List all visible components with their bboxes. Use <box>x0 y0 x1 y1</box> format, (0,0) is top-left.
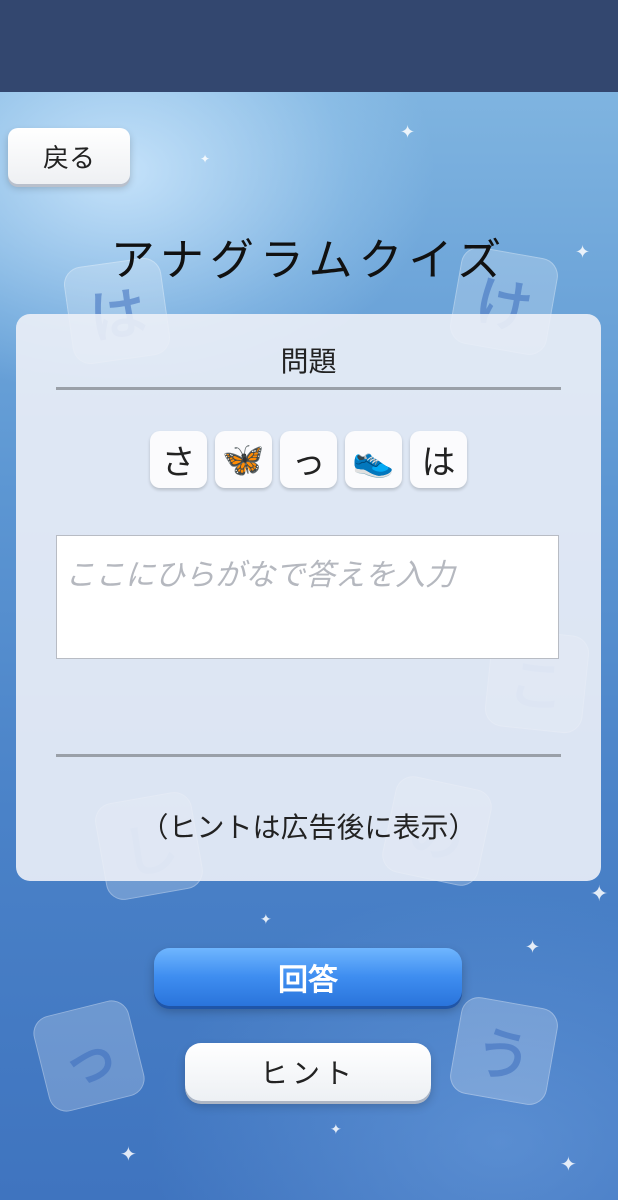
letter-tile: は <box>410 431 467 488</box>
letter-tile: さ <box>150 431 207 488</box>
bg-tile-decoration: っ <box>29 996 149 1116</box>
question-heading: 問題 <box>280 345 337 378</box>
answer-input[interactable] <box>56 535 559 659</box>
sparkle-icon: ✦ <box>525 937 541 958</box>
hint-notice: （ヒントは広告後に表示） <box>140 811 477 844</box>
sparkle-icon: ✦ <box>200 152 211 166</box>
sparkle-icon: ✦ <box>400 122 416 143</box>
butterfly-icon: 🦋 <box>215 431 272 488</box>
divider <box>56 387 561 390</box>
divider <box>56 754 561 757</box>
page-title: アナグラムクイズ <box>110 235 508 286</box>
hint-button[interactable]: ヒント <box>185 1043 431 1101</box>
sneaker-icon: 👟 <box>345 431 402 488</box>
sparkle-icon: ✦ <box>260 912 272 928</box>
question-card: 問題 さ 🦋 っ 👟 は （ヒントは広告後に表示） <box>16 314 601 881</box>
anagram-tiles: さ 🦋 っ 👟 は <box>16 431 601 488</box>
answer-button[interactable]: 回答 <box>154 948 462 1006</box>
sparkle-icon: ✦ <box>330 1122 342 1138</box>
back-button[interactable]: 戻る <box>8 128 130 184</box>
status-bar <box>0 0 618 92</box>
sparkle-icon: ✦ <box>120 1142 137 1166</box>
letter-tile: っ <box>280 431 337 488</box>
sparkle-icon: ✦ <box>560 1152 577 1176</box>
sparkle-icon: ✦ <box>590 882 609 907</box>
bg-tile-decoration: う <box>447 994 561 1108</box>
